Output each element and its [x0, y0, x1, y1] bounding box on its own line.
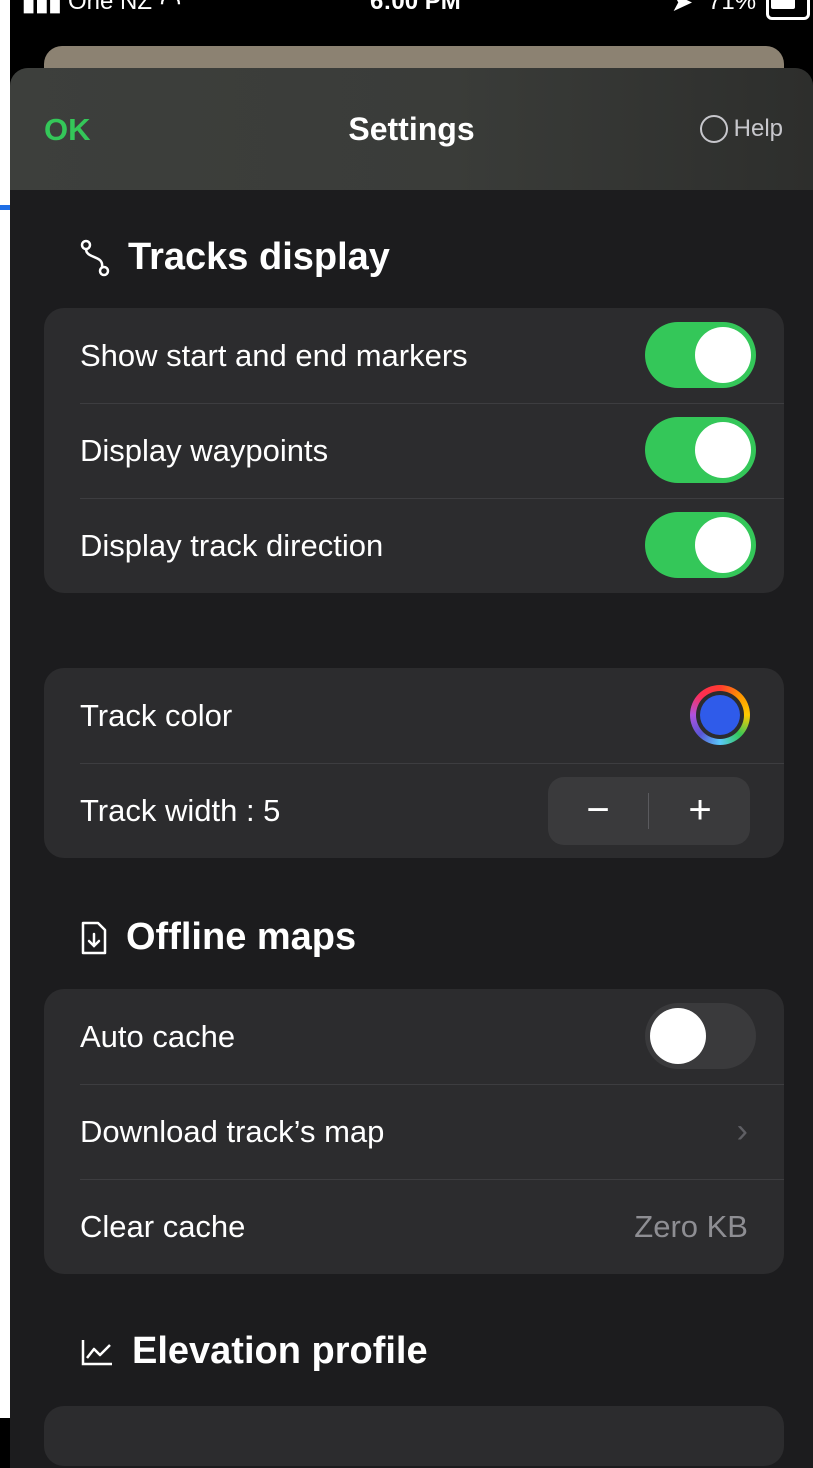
left-edge-strip [0, 0, 10, 1418]
row-label: Track width : 5 [80, 793, 281, 828]
signal-icon: ▮▮▮ [22, 0, 62, 16]
section-header-elevation-profile: Elevation profile [80, 1330, 428, 1373]
toggle-track-direction[interactable] [645, 512, 756, 578]
elevation-profile-group [44, 1406, 784, 1466]
battery-percent: 71% [708, 0, 757, 15]
decrement-button[interactable]: − [548, 777, 648, 845]
row-label: Download track’s map [80, 1114, 385, 1149]
section-title: Elevation profile [132, 1330, 428, 1372]
toggle-auto-cache[interactable] [645, 1003, 756, 1069]
section-header-offline-maps: Offline maps [80, 916, 356, 959]
cache-size-value: Zero KB [634, 1209, 748, 1244]
toggle-start-end-markers[interactable] [645, 322, 756, 388]
toggle-knob [650, 1008, 706, 1064]
toggle-knob [695, 517, 751, 573]
row-label: Clear cache [80, 1209, 246, 1244]
list-item-track-color[interactable]: Track color [44, 668, 784, 763]
offline-maps-group: Auto cache Download track’s map › Clear … [44, 989, 784, 1274]
wifi-icon: ◠ [160, 0, 181, 16]
section-title: Tracks display [128, 236, 390, 278]
increment-button[interactable]: + [650, 777, 750, 845]
location-icon: ➤ [672, 0, 693, 16]
help-button[interactable]: Help [699, 115, 783, 143]
toggle-knob [695, 327, 751, 383]
track-style-group: Track color Track width : 5 − + [44, 668, 784, 858]
row-label: Display waypoints [80, 433, 329, 468]
status-time: 6:00 PM [370, 0, 461, 15]
row-label: Auto cache [80, 1019, 236, 1054]
list-item-clear-cache[interactable]: Clear cache Zero KB [44, 1179, 784, 1274]
section-header-tracks-display: Tracks display [80, 236, 390, 279]
row-label: Show start and end markers [80, 338, 468, 373]
status-bar: ▮▮▮ One NZ ◠ 6:00 PM ➤ 71% [10, 0, 813, 22]
chevron-right-icon: › [736, 1112, 748, 1150]
page-title: Settings [348, 111, 475, 147]
chart-line-icon [81, 1339, 112, 1365]
list-item-download-map[interactable]: Download track’s map › [44, 1084, 784, 1179]
toggle-waypoints[interactable] [645, 417, 756, 483]
stepper-divider [648, 793, 649, 829]
help-label: Help [733, 115, 783, 142]
selected-color-swatch [700, 695, 740, 735]
settings-sheet: OK Settings Help Tracks display Show sta… [10, 68, 813, 1468]
row-label: Display track direction [80, 528, 384, 563]
help-circle-icon [699, 115, 728, 143]
list-item-start-end-markers: Show start and end markers [44, 308, 784, 403]
carrier-name: One NZ [68, 0, 153, 15]
section-title: Offline maps [126, 916, 357, 958]
battery-icon [766, 0, 810, 20]
list-item-track-direction: Display track direction [44, 498, 784, 593]
row-label: Track color [80, 698, 233, 733]
list-item-track-width: Track width : 5 − + [44, 763, 784, 858]
nav-bar: OK Settings Help [10, 68, 813, 190]
route-icon [80, 239, 110, 276]
track-width-stepper[interactable]: − + [548, 777, 750, 845]
color-picker-button[interactable] [690, 685, 750, 745]
list-item-auto-cache: Auto cache [44, 989, 784, 1084]
list-item-waypoints: Display waypoints [44, 403, 784, 498]
toggle-knob [695, 422, 751, 478]
tracks-display-group: Show start and end markers Display waypo… [44, 308, 784, 593]
document-download-icon [81, 921, 107, 954]
